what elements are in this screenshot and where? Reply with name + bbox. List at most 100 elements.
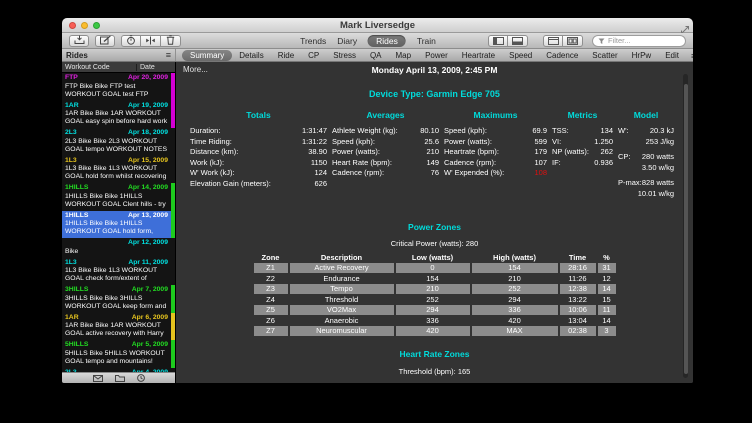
ride-workout-code: 1AR: [65, 102, 79, 111]
minimize-button[interactable]: [81, 22, 88, 29]
chart-tab-map[interactable]: Map: [389, 51, 419, 60]
chart-tab-edit[interactable]: Edit: [658, 51, 686, 60]
zone-cell: VO2Max: [290, 305, 394, 315]
ride-list-item[interactable]: 1ARApr 6, 20091AR Bike Bike 1AR WORKOUT …: [62, 313, 175, 341]
zone-cell: 12:38: [560, 284, 596, 294]
sidebar-toggle-group: [488, 35, 528, 47]
mode-tab-trends[interactable]: Trends: [300, 36, 326, 46]
edit-ride-button[interactable]: [95, 35, 115, 47]
main-toolbar: TrendsDiaryRidesTrain Filte: [62, 33, 693, 49]
ride-list-item[interactable]: 1L3Apr 15, 20091L3 Bike Bike 1L3 WORKOUT…: [62, 156, 175, 184]
ride-list-item[interactable]: 2L3Apr 18, 20092L3 Bike Bike 2L3 WORKOUT…: [62, 128, 175, 156]
chart-tab-power[interactable]: Power: [418, 51, 455, 60]
ride-date: Apr 11, 2009: [128, 259, 168, 268]
ride-date: Apr 13, 2009: [128, 212, 168, 221]
ride-list-item[interactable]: FTPApr 20, 2009FTP Bike Bike FTP test WO…: [62, 73, 175, 101]
funnel-icon: [598, 32, 606, 50]
chart-tab-qa[interactable]: QA: [363, 51, 389, 60]
sidebar-bottom-icon: [512, 32, 523, 50]
filter-field[interactable]: Filter...: [592, 35, 686, 47]
zone-cell: 210: [472, 274, 558, 284]
zoom-button[interactable]: [93, 22, 100, 29]
stat-label: IF:: [552, 158, 561, 169]
chart-tab-heartrate[interactable]: Heartrate: [455, 51, 502, 60]
chart-tab-cadence[interactable]: Cadence: [539, 51, 585, 60]
zone-row: Z5VO2Max29433610:0611: [254, 305, 616, 315]
stat-label: Time Riding:: [190, 137, 232, 148]
stat-value: 10.01 w/kg: [638, 189, 674, 200]
app-window: Mark Liversedge TrendsDiaryRidesTrain: [62, 18, 693, 383]
ride-workout-code: 2L3: [65, 129, 77, 138]
zone-cell: 336: [396, 316, 470, 326]
zone-column-header: Time: [560, 253, 596, 262]
ride-list-item[interactable]: 3HILLSApr 7, 20093HILLS Bike Bike 3HILLS…: [62, 285, 175, 313]
zone-cell: Endurance: [290, 274, 394, 284]
toggle-bottombar-button[interactable]: [508, 35, 528, 47]
mode-tab-train[interactable]: Train: [417, 36, 436, 46]
zone-cell: 154: [472, 263, 558, 273]
chart-tab-speed[interactable]: Speed: [502, 51, 539, 60]
toggle-sidebar-button[interactable]: [488, 35, 508, 47]
stat-label: Cadence (rpm):: [332, 168, 384, 179]
mode-tab-rides[interactable]: Rides: [368, 35, 406, 47]
trash-icon: [166, 32, 175, 50]
chart-tab-summary[interactable]: Summary: [182, 50, 232, 61]
section-title: Maximums: [444, 110, 547, 120]
ride-date: Apr 4, 2009: [132, 369, 168, 373]
stat-value: 149: [426, 158, 439, 169]
tiled-view-button[interactable]: [563, 35, 583, 47]
ride-list-item[interactable]: 1L3Apr 11, 20091L3 Bike Bike 1L3 WORKOUT…: [62, 258, 175, 286]
chart-tab-ride[interactable]: Ride: [271, 51, 301, 60]
zone-cell: 15: [598, 295, 616, 305]
sidebar-menu-icon[interactable]: ≡: [166, 51, 171, 60]
ride-color-bar: [171, 183, 175, 211]
column-header-workout-code[interactable]: Workout Code: [62, 64, 137, 71]
chart-tab-hrpw[interactable]: HrPw: [625, 51, 659, 60]
zone-cell: 420: [396, 326, 470, 336]
chart-tab-cp[interactable]: CP: [301, 51, 326, 60]
ride-description: 1AR Bike Bike 1AR WORKOUT GOAL active re…: [65, 322, 168, 338]
ride-list-item[interactable]: Apr 12, 2009Bike: [62, 238, 175, 258]
filter-placeholder: Filter...: [608, 36, 631, 45]
chart-tabs: SummaryDetailsRideCPStressQAMapPowerHear…: [176, 50, 686, 61]
ride-workout-code: 5HILLS: [65, 341, 88, 350]
stat-value: 38.90: [308, 147, 327, 158]
stat-row: Heartrate (bpm):179: [444, 147, 547, 158]
close-button[interactable]: [69, 22, 76, 29]
stat-value: 828 watts: [642, 178, 674, 189]
tabbed-view-button[interactable]: [543, 35, 563, 47]
ride-description: 2L3 Bike Bike 2L3 WORKOUT GOAL tempo WOR…: [65, 138, 168, 154]
ride-workout-code: 3HILLS: [65, 286, 88, 295]
stat-value: 626: [314, 179, 327, 190]
power-zones-title: Power Zones: [176, 222, 693, 232]
ride-list-item[interactable]: 1HILLSApr 13, 20091HILLS Bike Bike 1HILL…: [62, 211, 175, 239]
stat-row: Elevation Gain (meters): 626: [190, 179, 327, 190]
stat-row: Distance (km):38.90: [190, 147, 327, 158]
ride-color-bar: [171, 285, 175, 313]
chart-tab-scatter[interactable]: Scatter: [585, 51, 624, 60]
more-link[interactable]: More...: [183, 65, 208, 74]
chart-tab-strip: Rides ≡ SummaryDetailsRideCPStressQAMapP…: [62, 49, 693, 62]
intervals-button[interactable]: [121, 35, 141, 47]
ride-date: Apr 5, 2009: [132, 341, 168, 350]
ride-list-columns: Workout Code Date: [62, 62, 175, 73]
ride-list-item[interactable]: 5HILLSApr 5, 20095HILLS Bike 5HILLS WORK…: [62, 340, 175, 368]
download-button[interactable]: [69, 35, 89, 47]
chart-tab-stress[interactable]: Stress: [326, 51, 363, 60]
ride-summary-panel: More... Monday April 13, 2009, 2:45 PM D…: [176, 62, 693, 383]
ride-list-item[interactable]: 1ARApr 19, 20091AR Bike Bike 1AR WORKOUT…: [62, 101, 175, 129]
scrollbar-thumb[interactable]: [684, 84, 688, 374]
ride-list-item[interactable]: 1HILLSApr 14, 20091HILLS Bike Bike 1HILL…: [62, 183, 175, 211]
ride-list-item[interactable]: 2L3Apr 4, 20092L3 Bike Bike 2L3 WORKOUT …: [62, 368, 175, 373]
mode-tab-diary[interactable]: Diary: [337, 36, 357, 46]
stat-row: W' Work (kJ):124: [190, 168, 327, 179]
column-header-date[interactable]: Date: [137, 64, 175, 71]
sidebar-footer: [62, 372, 175, 383]
split-ride-button[interactable]: [141, 35, 161, 47]
chart-menu-icon[interactable]: ≡: [691, 51, 693, 61]
chart-tab-details[interactable]: Details: [232, 51, 270, 60]
delete-ride-button[interactable]: [161, 35, 181, 47]
stat-label: Elevation Gain (meters):: [190, 179, 271, 190]
ride-color-bar: [171, 211, 175, 239]
zone-cell: 02:38: [560, 326, 596, 336]
